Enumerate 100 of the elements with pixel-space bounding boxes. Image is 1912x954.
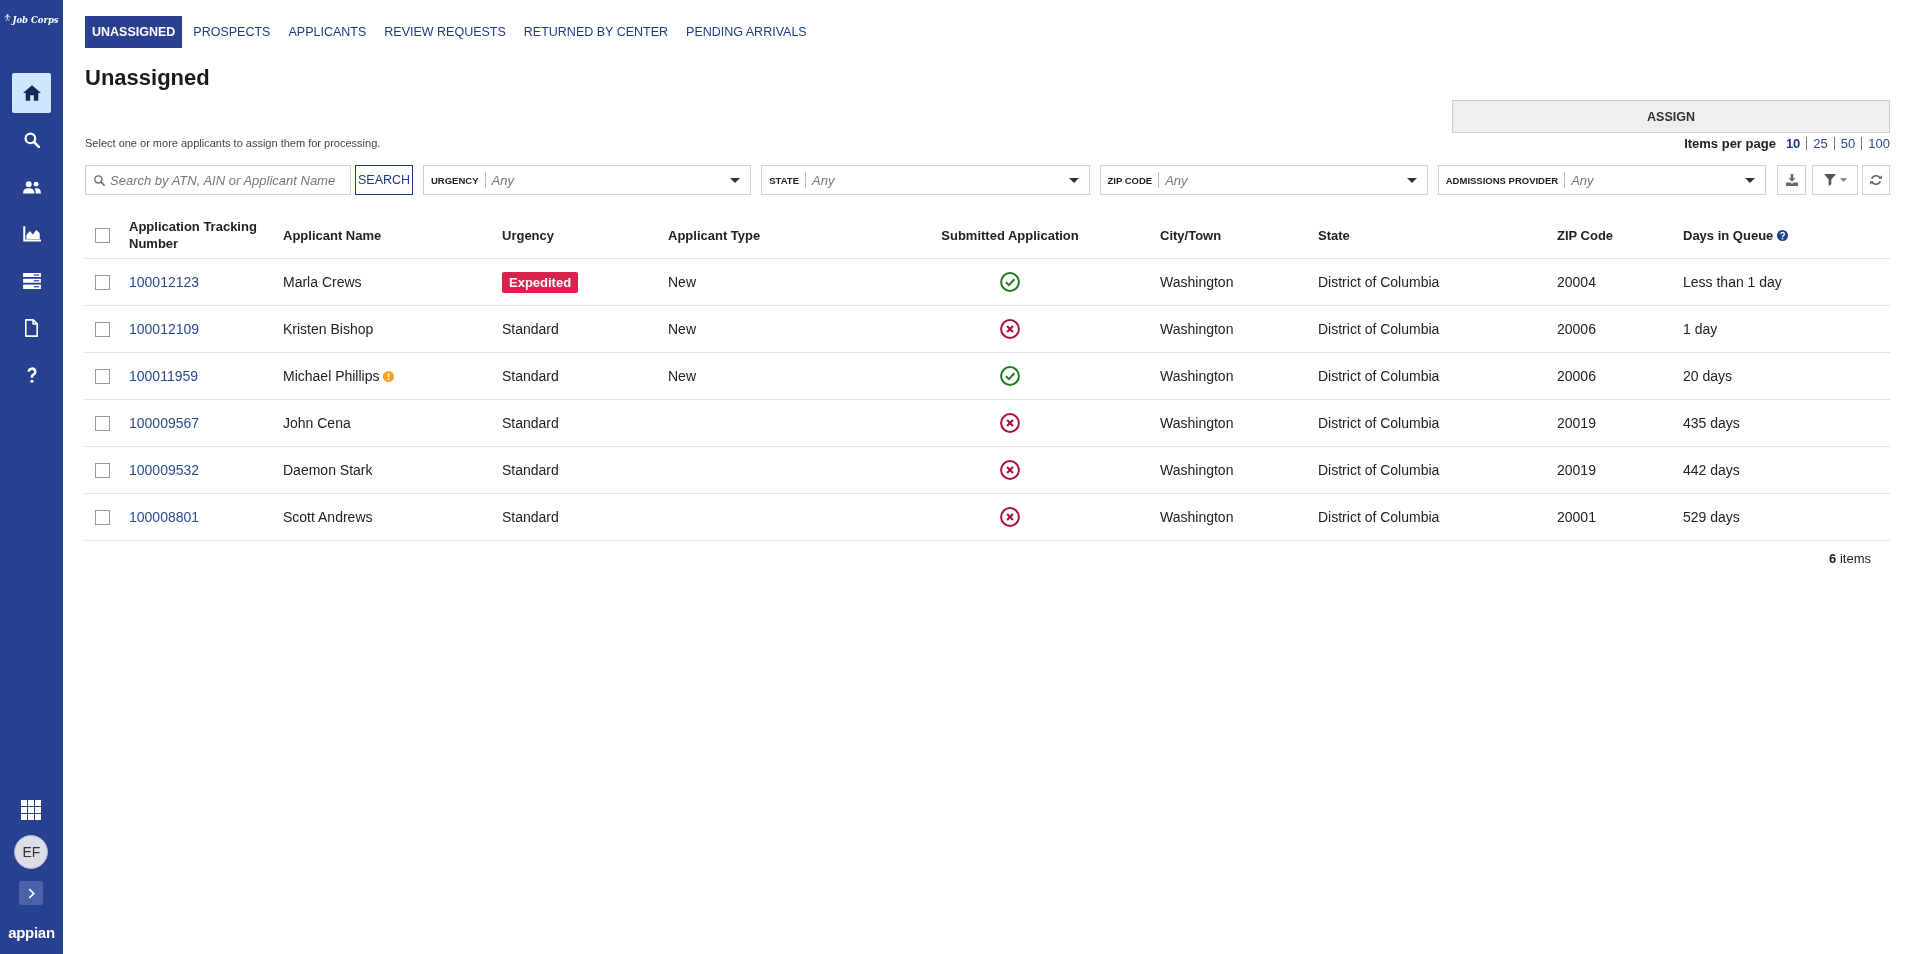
state: District of Columbia — [1318, 415, 1440, 431]
dropdown-value: Any — [1571, 172, 1594, 188]
caret-down-icon — [1406, 177, 1417, 183]
urgency-text: Standard — [502, 321, 559, 337]
page-size-option[interactable]: 25 — [1813, 135, 1828, 151]
city: Washington — [1160, 509, 1234, 525]
column-header: Applicant Type — [668, 226, 761, 244]
row-checkbox[interactable] — [95, 509, 110, 525]
applicant-name: Kristen Bishop — [283, 321, 374, 337]
column-header: Days in Queue — [1683, 226, 1774, 244]
brand-logo-text: appian — [8, 924, 55, 942]
home-icon — [22, 85, 41, 101]
urgency-text: Standard — [502, 368, 559, 384]
zip-code: 20019 — [1557, 415, 1596, 431]
caret-down-icon — [1745, 177, 1755, 183]
download-icon — [1785, 174, 1798, 186]
state: District of Columbia — [1318, 509, 1440, 525]
zip-code: 20006 — [1557, 321, 1596, 337]
column-header: Submitted Application — [941, 226, 1079, 244]
row-checkbox[interactable] — [95, 368, 110, 384]
city: Washington — [1160, 415, 1234, 431]
item-count: 6 items — [1829, 550, 1871, 568]
tracking-number-link[interactable]: 100012109 — [129, 321, 200, 337]
column-header: Application Tracking Number — [129, 218, 258, 252]
column-header: City/Town — [1160, 226, 1222, 244]
select-all-checkbox[interactable] — [95, 227, 110, 243]
dropdown-value: Any — [491, 172, 514, 188]
tracking-number-link[interactable]: 100009567 — [129, 415, 200, 431]
dropdown-value: Any — [812, 172, 835, 188]
zip-code: 20001 — [1557, 509, 1596, 525]
tracking-number-link[interactable]: 100011959 — [129, 368, 199, 384]
column-header: State — [1318, 226, 1350, 244]
city: Washington — [1160, 274, 1234, 290]
app-grid-button[interactable] — [21, 800, 42, 820]
dropdown-label: STATE — [769, 174, 799, 186]
urgency-badge: Expedited — [502, 271, 579, 293]
people-icon — [22, 179, 41, 195]
applicant-name: Scott Andrews — [283, 509, 373, 525]
tab[interactable]: RETURNED BY CENTER — [516, 16, 676, 48]
caret-down-icon — [730, 177, 741, 183]
tracking-number-link[interactable]: 100012123 — [129, 274, 200, 290]
refresh-button[interactable] — [1862, 165, 1890, 195]
state: District of Columbia — [1318, 462, 1440, 478]
tab[interactable]: PROSPECTS — [186, 16, 278, 48]
caret-down-icon — [1068, 177, 1079, 183]
search-field[interactable]: Search by ATN, AIN or Applicant Name — [85, 165, 351, 195]
tab[interactable]: UNASSIGNED — [85, 16, 183, 48]
row-checkbox[interactable] — [95, 462, 110, 478]
home-nav-button[interactable] — [12, 73, 51, 113]
dropdown-label: ADMISSIONS PROVIDER — [1445, 174, 1559, 186]
days-in-queue: 442 days — [1683, 462, 1740, 478]
list-icon — [22, 273, 41, 289]
dropdown-label: ZIP CODE — [1107, 174, 1153, 186]
urgency-text: Standard — [502, 415, 559, 431]
applicant-name: Marla Crews — [283, 274, 362, 290]
download-button[interactable] — [1777, 165, 1806, 195]
page-title: Unassigned — [85, 64, 211, 92]
filter-dropdown[interactable]: ADMISSIONS PROVIDER Any — [1437, 165, 1766, 195]
row-checkbox[interactable] — [95, 274, 110, 290]
items-per-page-label: Items per page — [1684, 135, 1776, 151]
page-size-option[interactable]: 100 — [1868, 135, 1890, 151]
tracking-number-link[interactable]: 100008801 — [129, 509, 200, 525]
state: District of Columbia — [1318, 321, 1440, 337]
applicant-name: Michael Phillips — [283, 368, 380, 384]
column-header: Applicant Name — [283, 226, 382, 244]
page-size-option[interactable]: 50 — [1840, 135, 1856, 151]
tracking-number-link[interactable]: 100009532 — [129, 462, 200, 478]
filter-icon — [1823, 174, 1836, 186]
user-avatar[interactable]: EF — [14, 835, 49, 869]
applicant-type: New — [668, 321, 696, 337]
column-header: ZIP Code — [1557, 226, 1614, 244]
column-header: Urgency — [502, 226, 555, 244]
search-icon — [94, 174, 105, 186]
dropdown-label: URGENCY — [431, 174, 479, 186]
zip-code: 20006 — [1557, 368, 1596, 384]
tab[interactable]: PENDING ARRIVALS — [679, 16, 814, 48]
filter-dropdown[interactable]: STATE Any — [761, 165, 1090, 195]
assign-button[interactable]: ASSIGN — [1452, 100, 1890, 133]
expand-button[interactable] — [19, 881, 44, 905]
urgency-text: Standard — [502, 462, 559, 478]
tab[interactable]: REVIEW REQUESTS — [377, 16, 513, 48]
city: Washington — [1160, 368, 1234, 384]
filter-button[interactable] — [1812, 165, 1858, 195]
filter-dropdown[interactable]: ZIP CODE Any — [1099, 165, 1428, 195]
filter-dropdown[interactable]: URGENCY Any — [423, 165, 752, 195]
row-checkbox[interactable] — [95, 321, 110, 337]
logo-text: Job Corps — [12, 14, 59, 26]
search-button[interactable]: SEARCH — [355, 165, 413, 195]
days-in-queue: 435 days — [1683, 415, 1740, 431]
state: District of Columbia — [1318, 274, 1440, 290]
document-icon — [25, 319, 38, 337]
row-checkbox[interactable] — [95, 415, 110, 431]
applicant-name: John Cena — [283, 415, 351, 431]
zip-code: 20004 — [1557, 274, 1596, 290]
area-chart-icon — [22, 226, 41, 242]
tab[interactable]: APPLICANTS — [281, 16, 374, 48]
chevron-right-icon — [28, 887, 35, 899]
urgency-text: Standard — [502, 509, 559, 525]
page-size-option[interactable]: 10 — [1785, 135, 1801, 151]
applicant-name: Daemon Stark — [283, 462, 373, 478]
